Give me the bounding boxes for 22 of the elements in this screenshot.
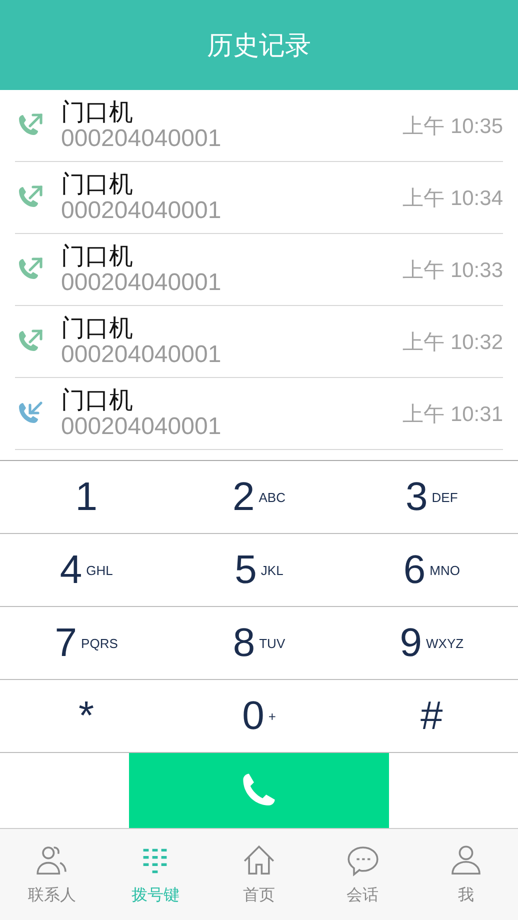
call-record[interactable]: 门口机 000204040001 上午 10:31 bbox=[15, 378, 503, 450]
call-record[interactable]: 门口机 000204040001 上午 10:33 bbox=[15, 234, 503, 306]
call-record[interactable]: 门口机 000204040001 上午 10:35 bbox=[15, 90, 503, 162]
caller-name: 门口机 bbox=[61, 171, 134, 198]
page-title: 历史记录 bbox=[207, 30, 311, 62]
caller-number: 000204040001 bbox=[61, 270, 222, 296]
caller-number: 000204040001 bbox=[61, 126, 222, 152]
call-time: 上午 10:34 bbox=[402, 186, 503, 212]
call-record[interactable]: 门口机 000204040001 上午 10:34 bbox=[15, 162, 503, 234]
caller-number: 000204040001 bbox=[61, 342, 222, 368]
call-time: 上午 10:32 bbox=[402, 330, 503, 356]
caller-name: 门口机 bbox=[61, 315, 134, 342]
caller-number: 000204040001 bbox=[61, 414, 222, 440]
caller-name: 门口机 bbox=[61, 99, 134, 126]
call-button[interactable] bbox=[129, 753, 389, 828]
caller-number: 000204040001 bbox=[61, 198, 222, 224]
caller-name: 门口机 bbox=[61, 243, 134, 270]
call-record[interactable]: 门口机 000204040001 上午 10:32 bbox=[15, 306, 503, 378]
caller-name: 门口机 bbox=[61, 387, 134, 414]
call-time: 上午 10:31 bbox=[402, 402, 503, 428]
call-time: 上午 10:35 bbox=[402, 114, 503, 140]
call-time: 上午 10:33 bbox=[402, 258, 503, 284]
